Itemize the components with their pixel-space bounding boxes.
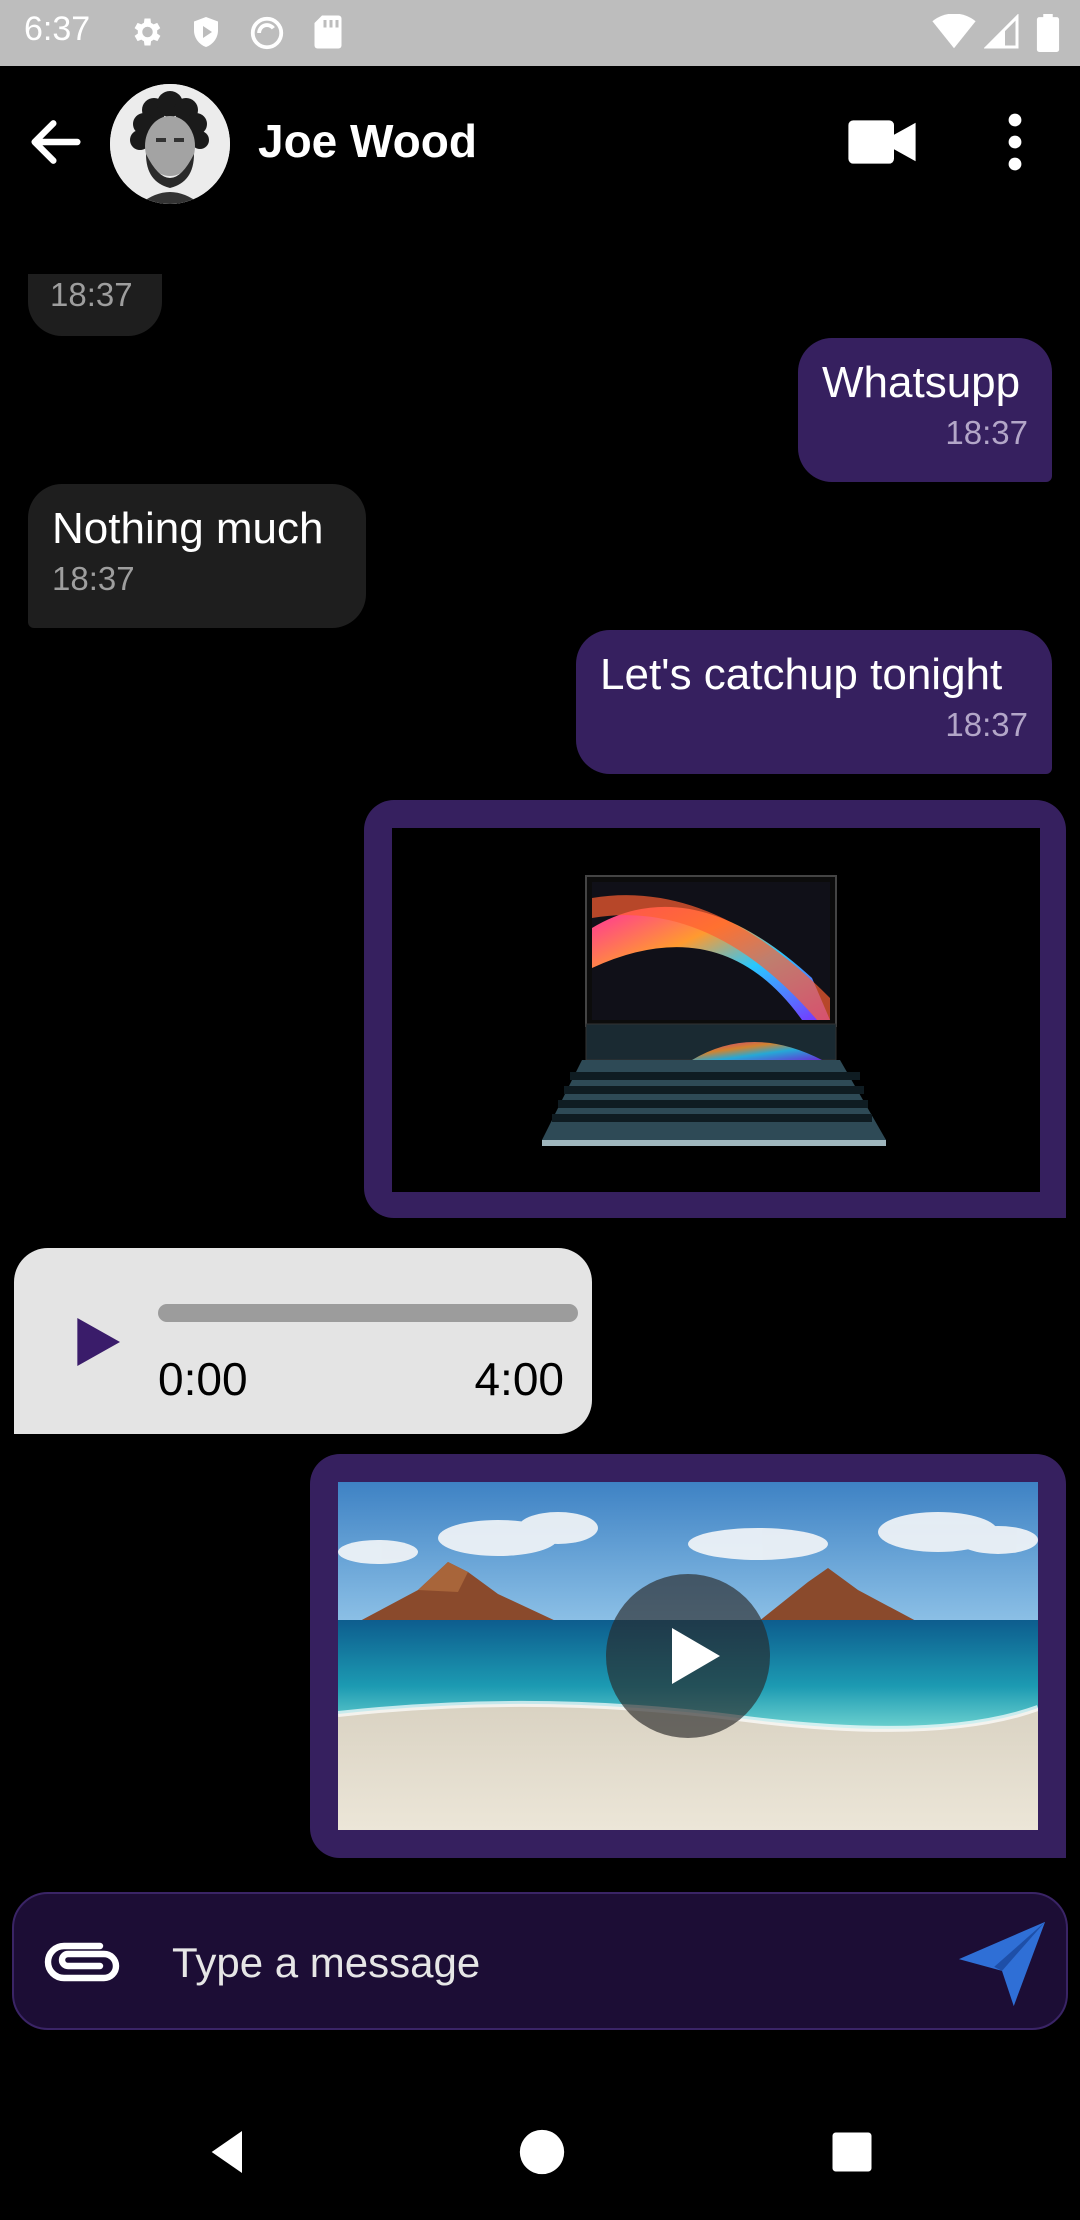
nav-recents-icon[interactable] (826, 2126, 878, 2178)
video-play-button[interactable] (606, 1574, 770, 1738)
sync-icon (250, 16, 284, 50)
signal-icon (984, 14, 1019, 49)
chat-header: Joe Wood (0, 66, 1080, 222)
status-bar: 6:37 (0, 0, 1080, 66)
play-icon[interactable] (64, 1310, 128, 1374)
laptop-image (392, 828, 1040, 1192)
message-input[interactable] (172, 1928, 912, 1998)
nav-back-icon[interactable] (200, 2124, 256, 2180)
sd-card-icon (314, 15, 342, 49)
status-time: 6:37 (24, 10, 91, 48)
message-text: Nothing much (52, 504, 324, 553)
beach-video-thumbnail (338, 1482, 1038, 1830)
gear-icon (134, 18, 161, 46)
battery-icon (1036, 14, 1060, 52)
shield-icon (194, 17, 218, 47)
audio-current-time: 0:00 (158, 1353, 248, 1405)
system-nav-bar (0, 2084, 1080, 2220)
play-icon (672, 1628, 720, 1684)
contact-name[interactable]: Joe Wood (258, 114, 477, 168)
audio-message: 0:00 4:00 (14, 1248, 592, 1434)
avatar[interactable] (110, 84, 230, 204)
message-bubble-outgoing[interactable]: Let's catchup tonight 18:37 (576, 630, 1052, 774)
message-bubble-outgoing[interactable]: Whatsupp 18:37 (798, 338, 1052, 482)
message-text: Whatsupp (822, 358, 1021, 407)
avatar-photo (110, 84, 230, 204)
video-message[interactable] (310, 1454, 1066, 1858)
back-arrow-icon[interactable] (24, 110, 88, 174)
audio-duration: 4:00 (474, 1353, 564, 1405)
message-bubble-incoming[interactable]: Nothing much 18:37 (28, 484, 366, 628)
wifi-icon (932, 14, 976, 49)
message-bubble-incoming[interactable]: 18:37 (28, 274, 162, 336)
chat-screen: 6:37 Joe Wood 18:37 Whatsupp 18:37 Nothi… (0, 0, 1080, 2220)
message-time: 18:37 (50, 276, 133, 313)
nav-home-icon[interactable] (514, 2124, 570, 2180)
more-vert-icon[interactable] (990, 110, 1040, 174)
message-text: Let's catchup tonight (600, 650, 1003, 699)
attachment-icon[interactable] (44, 1934, 124, 1990)
send-icon[interactable] (954, 1916, 1050, 2010)
audio-progress-track[interactable] (158, 1304, 578, 1322)
message-time: 18:37 (945, 706, 1028, 743)
laptop-illustration (542, 875, 886, 1146)
message-time: 18:37 (52, 560, 135, 597)
image-message[interactable] (364, 800, 1066, 1218)
video-camera-icon[interactable] (846, 110, 918, 174)
message-composer (12, 1892, 1068, 2030)
message-time: 18:37 (945, 414, 1028, 451)
